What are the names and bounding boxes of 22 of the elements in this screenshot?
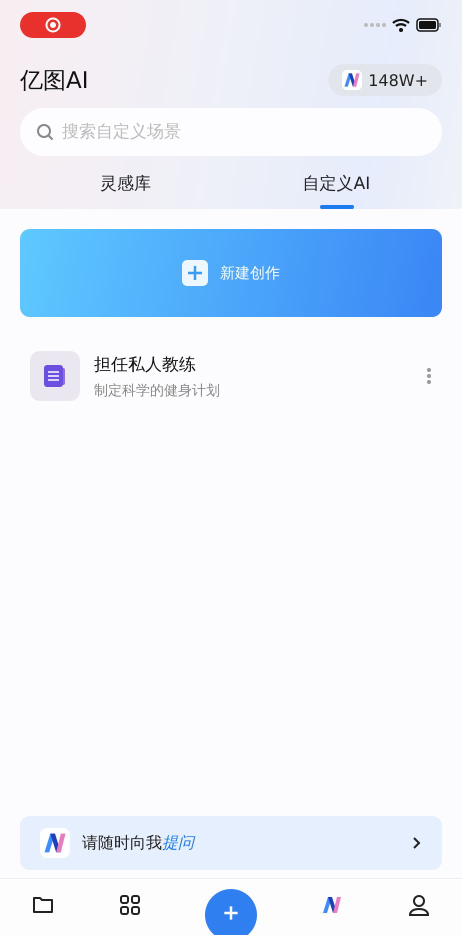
logo-icon (40, 828, 70, 858)
chevron-right-icon (412, 836, 422, 850)
points-badge[interactable]: 148W+ (328, 64, 442, 96)
tab[interactable]: 自定义AI (231, 166, 442, 209)
document-icon (30, 351, 80, 401)
more-icon[interactable] (426, 367, 432, 385)
tab[interactable]: 灵感库 (20, 166, 231, 209)
add-button[interactable] (204, 889, 257, 935)
item-title[interactable]: 担任私人教练 (94, 352, 412, 376)
grid-icon[interactable] (118, 893, 142, 917)
profile-icon[interactable] (406, 893, 431, 917)
plus-icon (182, 260, 208, 286)
recording-indicator (20, 12, 86, 38)
search-field[interactable]: 搜索自定义场景 (20, 108, 442, 156)
app-title: 亿图AI (20, 66, 89, 96)
prompt-text: 请随时向我提问 (82, 832, 196, 854)
battery-icon (416, 18, 442, 32)
item-subtitle: 制定科学的健身计划 (94, 382, 221, 400)
logo-icon (342, 70, 362, 90)
ask-prompt-bar[interactable]: 请随时向我提问 (20, 816, 442, 870)
wifi-icon (392, 18, 410, 32)
signal-icon (364, 23, 386, 27)
